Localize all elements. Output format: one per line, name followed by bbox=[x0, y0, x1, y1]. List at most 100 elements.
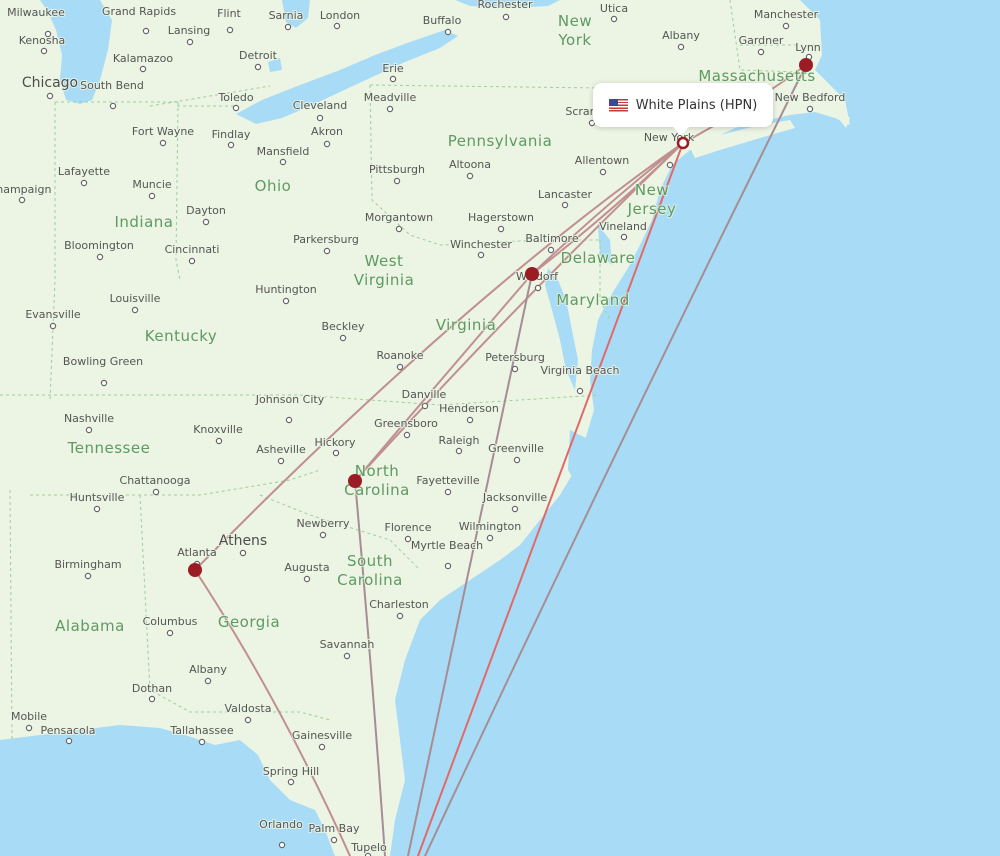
city-dot bbox=[287, 778, 295, 786]
city-dot bbox=[455, 447, 463, 455]
city-label: Athens bbox=[219, 533, 267, 549]
city-dot bbox=[152, 488, 160, 496]
city-dot bbox=[285, 416, 293, 424]
city-label: Allentown bbox=[575, 154, 629, 167]
map-canvas[interactable]: Milwaukee Grand Rapids Flint Sarnia London Ro… bbox=[0, 0, 1000, 856]
city-label: Orlando bbox=[259, 818, 303, 831]
city-label: Augusta bbox=[284, 561, 329, 574]
city-label: Greenville bbox=[488, 442, 544, 455]
city-dot bbox=[198, 738, 206, 746]
city-dot bbox=[202, 218, 210, 226]
city-label: Bloomington bbox=[64, 239, 134, 252]
city-dot bbox=[396, 612, 404, 620]
airport-marker-boston[interactable] bbox=[799, 58, 813, 72]
city-dot bbox=[239, 549, 247, 557]
city-label: Flint bbox=[217, 7, 241, 20]
city-dot bbox=[227, 141, 235, 149]
city-label: Chicago bbox=[22, 75, 78, 91]
city-label: Beckley bbox=[321, 320, 365, 333]
city-label: Meadville bbox=[364, 91, 417, 104]
city-label: Lancaster bbox=[538, 188, 592, 201]
city-dot bbox=[318, 743, 326, 751]
city-dot bbox=[757, 48, 765, 56]
city-dot bbox=[610, 15, 618, 23]
city-dot bbox=[40, 47, 48, 55]
city-label: London bbox=[320, 9, 360, 22]
city-dot bbox=[444, 562, 452, 570]
city-dot bbox=[100, 379, 108, 387]
city-dot bbox=[25, 724, 33, 732]
city-label: Cincinnati bbox=[165, 243, 220, 256]
airport-marker-washington[interactable] bbox=[525, 267, 539, 281]
city-label: Palm Bay bbox=[309, 822, 360, 835]
city-label: Danville bbox=[402, 388, 447, 401]
city-dot bbox=[279, 158, 287, 166]
city-dot bbox=[254, 63, 262, 71]
city-label: Cleveland bbox=[293, 99, 348, 112]
city-label: Louisville bbox=[110, 292, 161, 305]
city-dot bbox=[284, 23, 292, 31]
city-dot bbox=[49, 322, 57, 330]
city-label: Kalamazoo bbox=[113, 52, 174, 65]
city-dot bbox=[142, 27, 150, 35]
city-dot bbox=[131, 306, 139, 314]
tooltip-label: White Plains (HPN) bbox=[635, 97, 758, 113]
airport-marker-atlanta[interactable] bbox=[188, 563, 202, 577]
city-label: Asheville bbox=[256, 443, 306, 456]
state-label: Maryland bbox=[556, 291, 630, 309]
city-label: Fort Wayne bbox=[132, 125, 194, 138]
city-dot bbox=[404, 535, 412, 543]
city-dot bbox=[782, 22, 790, 30]
city-label: Petersburg bbox=[485, 351, 545, 364]
city-dot bbox=[46, 92, 54, 100]
state-label: New Jersey bbox=[627, 181, 677, 218]
city-label: Virginia Beach bbox=[540, 364, 619, 377]
city-dot bbox=[215, 437, 223, 445]
us-flag-icon bbox=[608, 98, 628, 112]
city-label: Savannah bbox=[320, 638, 375, 651]
city-label: Gainesville bbox=[292, 729, 352, 742]
city-dot bbox=[393, 177, 401, 185]
city-dot bbox=[323, 247, 331, 255]
city-label: Huntington bbox=[255, 283, 317, 296]
city-label: Parkersburg bbox=[293, 233, 359, 246]
city-label: Roanoke bbox=[376, 349, 423, 362]
city-dot bbox=[444, 28, 452, 36]
city-dot bbox=[421, 402, 429, 410]
city-dot bbox=[65, 737, 73, 745]
state-label: Ohio bbox=[255, 177, 292, 195]
city-label: Baltimore bbox=[525, 232, 578, 245]
state-label: Virginia bbox=[436, 316, 497, 334]
city-label: Vineland bbox=[599, 220, 647, 233]
city-dot bbox=[277, 457, 285, 465]
city-dot bbox=[547, 246, 555, 254]
city-label: Milwaukee bbox=[7, 6, 65, 19]
city-dot bbox=[244, 716, 252, 724]
city-dot bbox=[80, 179, 88, 187]
city-label: Birmingham bbox=[54, 558, 121, 571]
city-label: Myrtle Beach bbox=[411, 539, 483, 552]
city-dot bbox=[339, 334, 347, 342]
route-map[interactable]: Milwaukee Grand Rapids Flint Sarnia London Ro… bbox=[0, 0, 1000, 856]
city-label: Albany bbox=[662, 29, 700, 42]
city-label: Henderson bbox=[439, 402, 499, 415]
city-label: Tallahassee bbox=[169, 724, 233, 737]
city-dot bbox=[333, 22, 341, 30]
city-label: Erie bbox=[382, 62, 404, 75]
city-label: Hagerstown bbox=[468, 211, 534, 224]
origin-tooltip: White Plains (HPN) bbox=[593, 83, 773, 135]
city-label: Knoxville bbox=[193, 423, 243, 436]
city-label: Valdosta bbox=[225, 702, 272, 715]
city-dot bbox=[620, 233, 628, 241]
city-label: Kenosha bbox=[19, 34, 66, 47]
airport-marker-charlotte[interactable] bbox=[348, 474, 362, 488]
city-dot bbox=[139, 65, 147, 73]
city-dot bbox=[166, 629, 174, 637]
city-dot bbox=[576, 387, 584, 395]
city-dot bbox=[148, 192, 156, 200]
city-label: Mobile bbox=[11, 710, 47, 723]
state-label: Delaware bbox=[561, 249, 636, 267]
city-label: Columbus bbox=[143, 615, 198, 628]
city-label: Atlanta bbox=[177, 546, 216, 559]
origin-marker-hpn[interactable] bbox=[676, 136, 690, 150]
